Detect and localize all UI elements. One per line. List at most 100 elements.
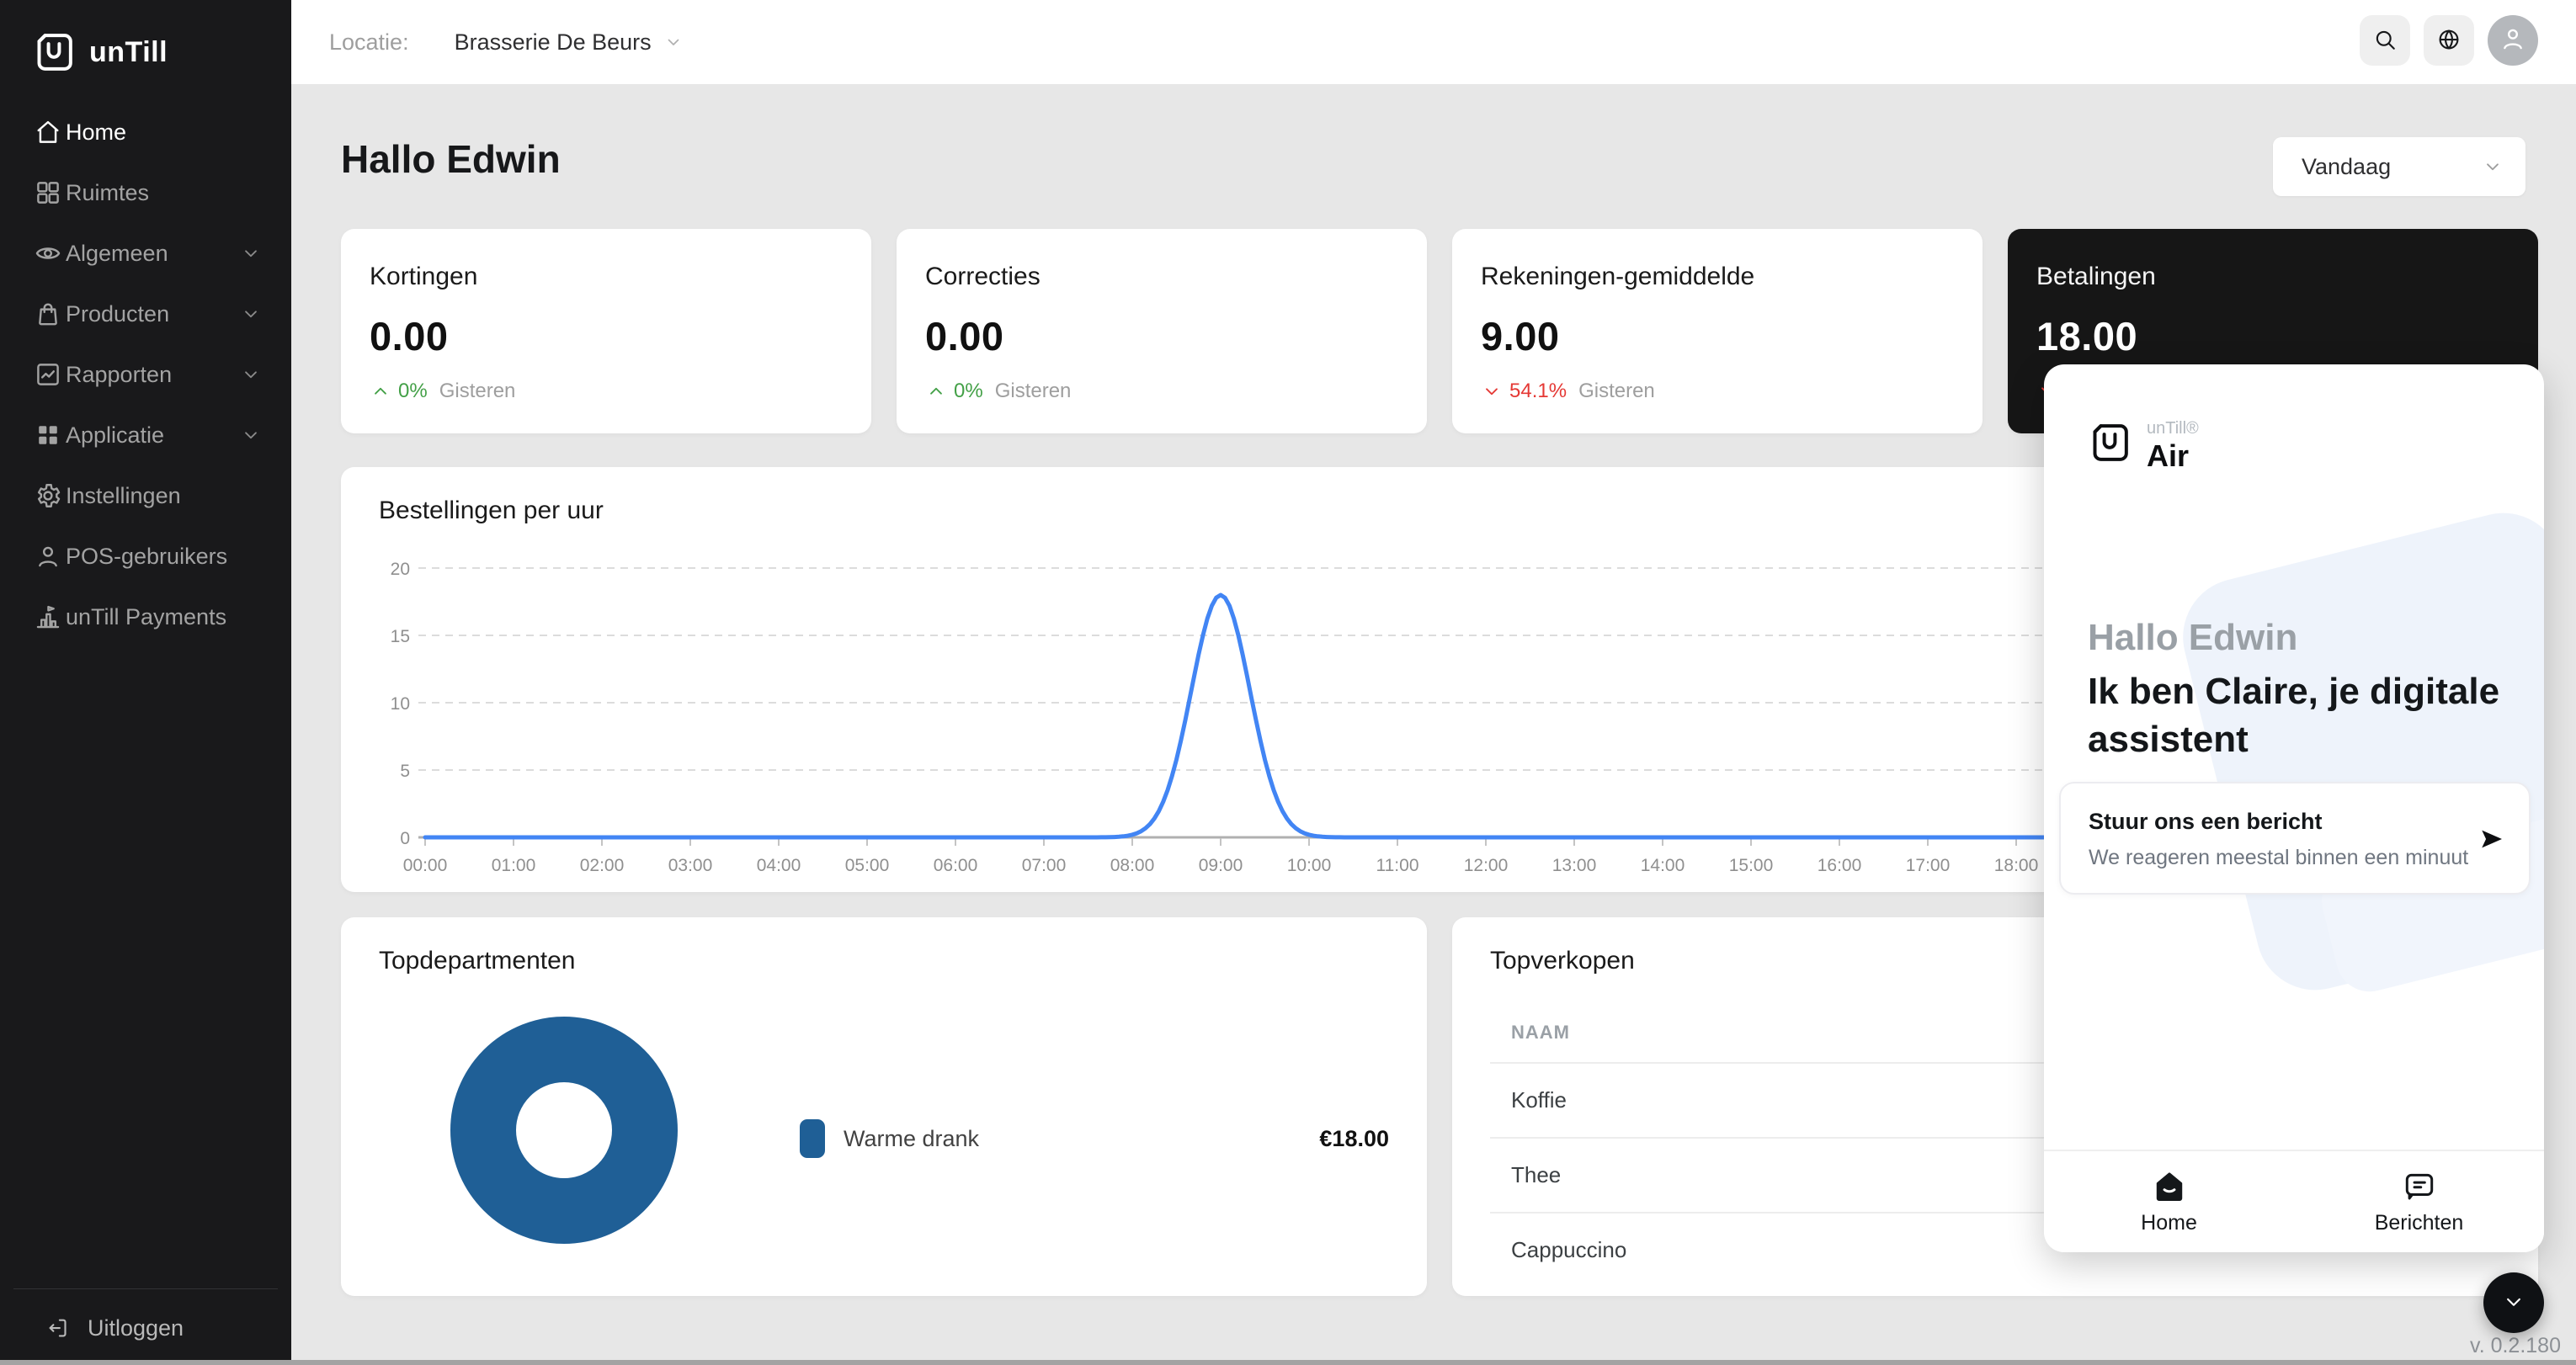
chevron-down-icon xyxy=(2501,1289,2526,1317)
stat-card-delta: 0% xyxy=(398,380,428,403)
message-icon xyxy=(2402,1169,2437,1204)
location-label: Locatie: xyxy=(329,29,409,56)
apps-icon xyxy=(34,421,62,449)
stat-card-compare: Gisteren xyxy=(995,380,1072,403)
svg-text:08:00: 08:00 xyxy=(1110,856,1155,875)
svg-text:20: 20 xyxy=(391,560,410,579)
sidebar-item-label: unTill Payments xyxy=(66,604,226,630)
sidebar-item-pos-gebruikers[interactable]: POS-gebruikers xyxy=(0,526,291,587)
stat-card-value: 18.00 xyxy=(2036,313,2509,359)
chevron-down-icon xyxy=(240,364,262,385)
stat-card-value: 0.00 xyxy=(370,313,843,359)
report-icon xyxy=(34,360,62,389)
svg-text:17:00: 17:00 xyxy=(1906,856,1951,875)
departments-donut-chart xyxy=(450,1017,678,1244)
sidebar: unTill Home Ruimtes Algemeen Producten Rappo… xyxy=(0,0,291,1365)
home-icon xyxy=(34,118,62,146)
chat-tabbar: Home Berichten xyxy=(2044,1150,2544,1252)
chevron-down-icon xyxy=(240,242,262,264)
chat-assistant-widget: unTill® Air Hallo Edwin Ik ben Claire, j… xyxy=(2044,364,2544,1252)
untill-air-logo-icon xyxy=(2086,419,2133,466)
bottom-edge-strip xyxy=(0,1360,2576,1365)
stat-card-title: Kortingen xyxy=(370,263,843,291)
user-avatar[interactable] xyxy=(2488,15,2538,66)
payments-icon xyxy=(34,603,62,631)
stat-card-title: Rekeningen-gemiddelde xyxy=(1481,263,1954,291)
svg-text:05:00: 05:00 xyxy=(845,856,890,875)
orders-chart-title: Bestellingen per uur xyxy=(379,497,604,525)
sidebar-item-algemeen[interactable]: Algemeen xyxy=(0,223,291,284)
sidebar-item-label: Rapporten xyxy=(66,362,172,388)
chevron-down-icon[interactable] xyxy=(663,32,684,52)
rooms-icon xyxy=(34,178,62,207)
sidebar-item-rapporten[interactable]: Rapporten xyxy=(0,344,291,405)
svg-text:11:00: 11:00 xyxy=(1376,856,1419,875)
svg-text:09:00: 09:00 xyxy=(1199,856,1243,875)
stat-card-value: 9.00 xyxy=(1481,313,1954,359)
svg-text:03:00: 03:00 xyxy=(668,856,713,875)
chat-tab-label: Home xyxy=(2141,1211,2197,1235)
stat-card-delta: 0% xyxy=(954,380,983,403)
sidebar-item-home[interactable]: Home xyxy=(0,102,291,162)
svg-text:5: 5 xyxy=(400,762,410,781)
sidebar-item-label: Home xyxy=(66,120,126,146)
sidebar-item-applicatie[interactable]: Applicatie xyxy=(0,405,291,465)
user-icon xyxy=(34,542,62,571)
location-selector[interactable]: Brasserie De Beurs xyxy=(455,29,652,56)
stat-card-value: 0.00 xyxy=(925,313,1398,359)
search-icon xyxy=(2372,27,2398,55)
stat-card-title: Betalingen xyxy=(2036,263,2509,291)
svg-text:15: 15 xyxy=(391,627,410,646)
trend-down-icon xyxy=(1481,380,1503,402)
logout-icon xyxy=(45,1315,71,1341)
logout-button[interactable]: Uitloggen xyxy=(0,1300,291,1356)
svg-text:16:00: 16:00 xyxy=(1818,856,1862,875)
chat-tab-home[interactable]: Home xyxy=(2044,1151,2294,1252)
period-dropdown[interactable]: Vandaag xyxy=(2273,137,2525,196)
chat-collapse-button[interactable] xyxy=(2483,1272,2544,1333)
top-sales-title: Topverkopen xyxy=(1490,947,1635,975)
stat-card-compare: Gisteren xyxy=(1578,380,1655,403)
svg-text:14:00: 14:00 xyxy=(1641,856,1685,875)
stat-card-rekeningen-gemiddelde: Rekeningen-gemiddelde 9.00 54.1% Gisteren xyxy=(1452,229,1983,433)
send-message-title: Stuur ons een bericht xyxy=(2089,809,2323,835)
chat-tab-berichten[interactable]: Berichten xyxy=(2294,1151,2544,1252)
air-brand-small: unTill® xyxy=(2147,419,2199,438)
chevron-down-icon xyxy=(2482,156,2504,178)
sidebar-item-instellingen[interactable]: Instellingen xyxy=(0,465,291,526)
app-version: v. 0.2.180 xyxy=(2470,1334,2561,1358)
sidebar-item-producten[interactable]: Producten xyxy=(0,284,291,344)
language-button[interactable] xyxy=(2424,15,2474,66)
send-icon xyxy=(2478,826,2505,852)
sidebar-item-untill-payments[interactable]: unTill Payments xyxy=(0,587,291,647)
svg-text:02:00: 02:00 xyxy=(580,856,625,875)
sidebar-item-label: POS-gebruikers xyxy=(66,544,227,570)
chevron-down-icon xyxy=(240,424,262,446)
sidebar-item-label: Algemeen xyxy=(66,241,168,267)
untill-logo-icon xyxy=(30,29,77,76)
gear-icon xyxy=(34,481,62,510)
bag-icon xyxy=(34,300,62,328)
page-greeting: Hallo Edwin xyxy=(341,136,561,182)
legend-marker xyxy=(800,1119,825,1158)
chevron-down-icon xyxy=(240,303,262,325)
svg-text:00:00: 00:00 xyxy=(403,856,448,875)
search-button[interactable] xyxy=(2360,15,2410,66)
globe-icon xyxy=(2436,27,2462,55)
topbar: Locatie: Brasserie De Beurs xyxy=(291,0,2576,84)
stat-card-compare: Gisteren xyxy=(439,380,516,403)
send-message-card[interactable]: Stuur ons een bericht We reageren meesta… xyxy=(2059,782,2531,895)
stat-card-delta: 54.1% xyxy=(1509,380,1567,403)
top-departments-title: Topdepartmenten xyxy=(379,947,576,975)
sidebar-item-ruimtes[interactable]: Ruimtes xyxy=(0,162,291,223)
air-brand-big: Air xyxy=(2147,438,2199,474)
brand-logo: unTill xyxy=(30,29,168,76)
svg-text:13:00: 13:00 xyxy=(1552,856,1597,875)
trend-up-icon xyxy=(370,380,391,402)
stat-card-title: Correcties xyxy=(925,263,1398,291)
svg-text:04:00: 04:00 xyxy=(757,856,801,875)
sidebar-item-label: Producten xyxy=(66,301,169,327)
period-value: Vandaag xyxy=(2302,154,2391,180)
legend-label: Warme drank xyxy=(844,1126,1319,1152)
stat-card-kortingen: Kortingen 0.00 0% Gisteren xyxy=(341,229,871,433)
